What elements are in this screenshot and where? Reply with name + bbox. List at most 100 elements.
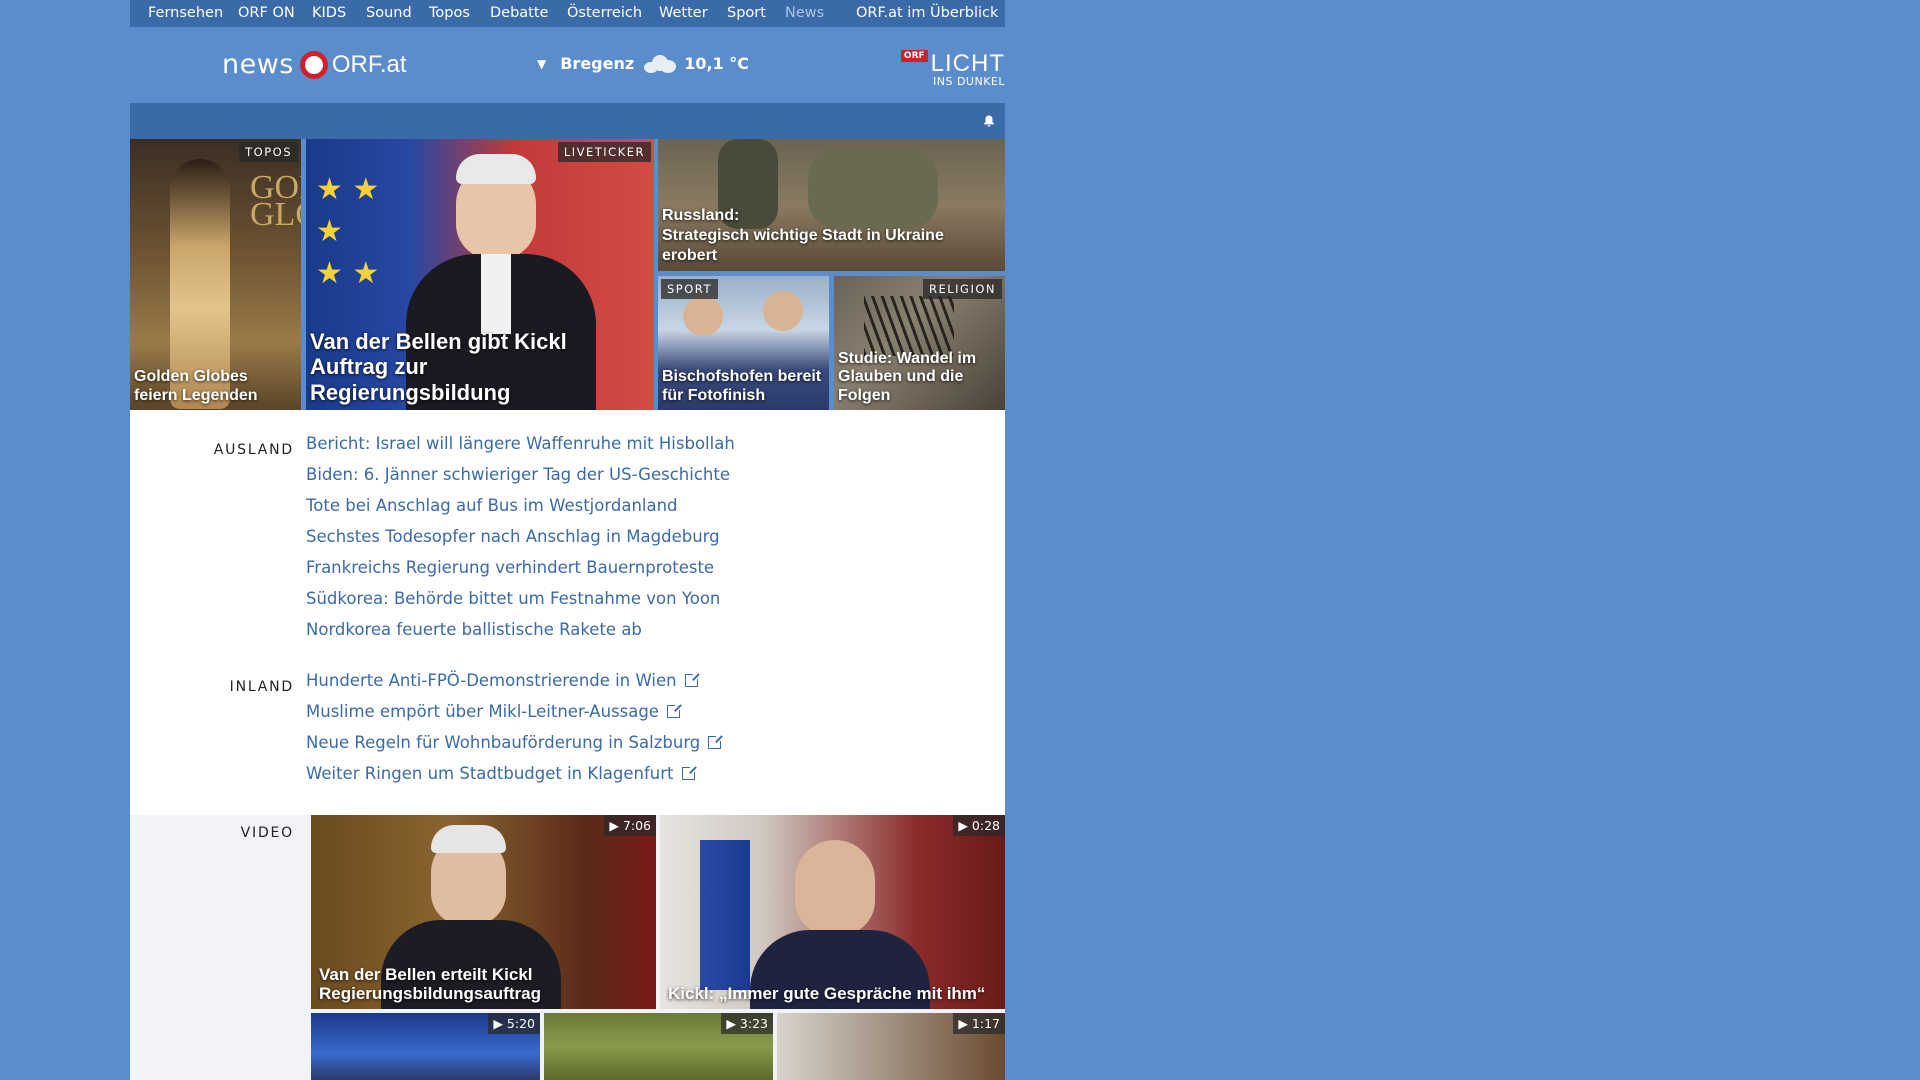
top-navigation: Fernsehen ORF ON KIDS Sound Topos Debatt… bbox=[130, 0, 1005, 27]
play-icon: ▶ bbox=[958, 1016, 972, 1031]
duration-text: 5:20 bbox=[506, 1016, 535, 1031]
hero-tile-main[interactable]: ★ ★ ★ ★ ★ LIVETICKER Van der Bellen gibt K… bbox=[306, 139, 654, 410]
orf-ring-icon bbox=[299, 50, 328, 79]
news-item-external[interactable]: Muslime empört über Mikl-Leitner-Aussage bbox=[306, 696, 721, 727]
video-duration: ▶ 3:23 bbox=[721, 1013, 773, 1034]
nav-oesterreich[interactable]: Österreich bbox=[567, 5, 642, 21]
golden-globe-backdrop: GOLGLO bbox=[250, 169, 301, 234]
logo-orf-text: ORF.at bbox=[331, 50, 407, 78]
duration-text: 7:06 bbox=[622, 818, 651, 833]
video-section: VIDEO ▶ 7:06 Van der Bellen erteilt Kick… bbox=[130, 815, 1005, 1080]
news-item-text: Muslime empört über Mikl-Leitner-Aussage bbox=[306, 702, 659, 721]
hero-tile-russia[interactable]: Russland: Strategisch wichtige Stadt in … bbox=[658, 139, 1005, 271]
video-tile[interactable]: ▶ 3:23 bbox=[544, 1013, 773, 1080]
duration-text: 3:23 bbox=[739, 1016, 768, 1031]
tile-caption: Van der Bellen gibt Kickl Auftrag zur Re… bbox=[310, 329, 567, 405]
athlete-face bbox=[763, 291, 803, 331]
nav-debatte[interactable]: Debatte bbox=[490, 5, 548, 21]
licht-ins-dunkel-logo[interactable]: ORF LICHT INS DUNKEL bbox=[900, 50, 1005, 88]
logo-news-text: news bbox=[222, 49, 294, 80]
tile-caption: Studie: Wandel im Glauben und die Folgen bbox=[838, 349, 977, 404]
video-duration: ▶ 1:17 bbox=[953, 1013, 1005, 1034]
tile-tag: LIVETICKER bbox=[557, 142, 651, 162]
external-link-icon bbox=[666, 703, 682, 718]
news-item-text: Weiter Ringen um Stadtbudget in Klagenfu… bbox=[306, 764, 674, 783]
tile-caption: Russland: Strategisch wichtige Stadt in … bbox=[662, 206, 992, 266]
nav-wetter[interactable]: Wetter bbox=[659, 5, 708, 21]
nav-orf-on[interactable]: ORF ON bbox=[238, 5, 295, 21]
nav-sound[interactable]: Sound bbox=[366, 5, 412, 21]
tile-caption-line1: Russland: bbox=[662, 207, 740, 224]
licht-orf-badge: ORF bbox=[900, 50, 928, 62]
dropdown-triangle-icon: ▼ bbox=[537, 56, 547, 71]
tile-tag: RELIGION bbox=[922, 279, 1002, 299]
news-item[interactable]: Frankreichs Regierung verhindert Bauernp… bbox=[306, 552, 735, 583]
video-tile[interactable]: ▶ 7:06 Van der Bellen erteilt Kickl Regi… bbox=[311, 815, 656, 1009]
video-tile[interactable]: ▶ 0:28 Kickl: „Immer gute Gespräche mit … bbox=[660, 815, 1005, 1009]
news-content: AUSLAND Bericht: Israel will längere Waf… bbox=[130, 410, 1005, 815]
news-item-external[interactable]: Neue Regeln für Wohnbauförderung in Salz… bbox=[306, 727, 724, 758]
weather-temperature: 10,1 °C bbox=[684, 54, 749, 73]
play-icon: ▶ bbox=[493, 1016, 507, 1031]
site-header: news ORF.at ▼ Bregenz 10,1 °C ORF LICHT I… bbox=[130, 27, 1005, 103]
video-duration: ▶ 0:28 bbox=[953, 815, 1005, 836]
hero-tile-topos[interactable]: GOLGLO TOPOS Golden Globes feiern Legend… bbox=[130, 139, 301, 410]
licht-title: LICHT bbox=[930, 50, 1005, 77]
person-hair bbox=[431, 825, 506, 853]
duration-text: 0:28 bbox=[971, 818, 1000, 833]
inland-news-list: Hunderte Anti-FPÖ-Demonstrierende in Wie… bbox=[306, 665, 724, 789]
tile-tag: SPORT bbox=[661, 279, 718, 299]
news-item-text: Neue Regeln für Wohnbauförderung in Salz… bbox=[306, 733, 701, 752]
nav-kids[interactable]: KIDS bbox=[312, 5, 346, 21]
athlete-face bbox=[683, 296, 723, 336]
notification-bell-icon[interactable] bbox=[983, 115, 995, 127]
play-icon: ▶ bbox=[958, 818, 972, 833]
play-icon: ▶ bbox=[726, 1016, 740, 1031]
hero-tile-religion[interactable]: RELIGION Studie: Wandel im Glauben und d… bbox=[834, 276, 1005, 410]
video-caption: Kickl: „Immer gute Gespräche mit ihm“ bbox=[668, 984, 986, 1004]
ausland-news-list: Bericht: Israel will längere Waffenruhe … bbox=[306, 428, 735, 645]
weather-widget[interactable]: ▼ Bregenz 10,1 °C bbox=[537, 54, 749, 73]
video-tile[interactable]: ▶ 1:17 bbox=[777, 1013, 1005, 1080]
news-item[interactable]: Sechstes Todesopfer nach Anschlag in Mag… bbox=[306, 521, 735, 552]
external-link-icon bbox=[708, 734, 724, 749]
news-item-external[interactable]: Weiter Ringen um Stadtbudget in Klagenfu… bbox=[306, 758, 721, 789]
news-item-external[interactable]: Hunderte Anti-FPÖ-Demonstrierende in Wie… bbox=[306, 665, 721, 696]
hero-tile-sport[interactable]: SPORT Bischofshofen bereit für Fotofinis… bbox=[658, 276, 829, 410]
nav-news[interactable]: News bbox=[785, 5, 824, 21]
eu-flag bbox=[700, 840, 750, 990]
news-orf-logo[interactable]: news ORF.at bbox=[222, 49, 407, 80]
tile-caption: Bischofshofen bereit für Fotofinish bbox=[662, 368, 822, 404]
video-duration: ▶ 5:20 bbox=[488, 1013, 540, 1034]
video-duration: ▶ 7:06 bbox=[604, 815, 656, 836]
nav-fernsehen[interactable]: Fernsehen bbox=[148, 5, 223, 21]
news-item[interactable]: Tote bei Anschlag auf Bus im Westjordanl… bbox=[306, 490, 735, 521]
video-tile[interactable]: ▶ 5:20 bbox=[311, 1013, 540, 1080]
person-shirt bbox=[481, 254, 511, 334]
news-item[interactable]: Nordkorea feuerte ballistische Rakete ab bbox=[306, 614, 735, 645]
news-item[interactable]: Bericht: Israel will längere Waffenruhe … bbox=[306, 428, 735, 459]
nav-topos[interactable]: Topos bbox=[429, 5, 470, 21]
person-face bbox=[795, 840, 875, 935]
nav-sport[interactable]: Sport bbox=[727, 5, 766, 21]
duration-text: 1:17 bbox=[971, 1016, 1000, 1031]
news-item[interactable]: Südkorea: Behörde bittet um Festnahme vo… bbox=[306, 583, 735, 614]
tile-tag: TOPOS bbox=[239, 142, 298, 162]
weather-city: Bregenz bbox=[560, 54, 635, 73]
external-link-icon bbox=[684, 672, 700, 687]
news-item-text: Hunderte Anti-FPÖ-Demonstrierende in Wie… bbox=[306, 671, 677, 690]
cloud-icon bbox=[644, 54, 677, 73]
section-label-video: VIDEO bbox=[240, 825, 294, 841]
tile-caption: Golden Globes feiern Legenden bbox=[134, 368, 258, 404]
candles-graphic bbox=[864, 296, 954, 356]
section-label-ausland: AUSLAND bbox=[213, 442, 294, 458]
section-label-inland: INLAND bbox=[229, 679, 294, 695]
person-hair bbox=[456, 154, 536, 184]
play-icon: ▶ bbox=[609, 818, 623, 833]
eu-stars: ★ ★ ★ ★ ★ bbox=[316, 172, 380, 291]
external-link-icon bbox=[681, 765, 697, 780]
tile-caption-line2: Strategisch wichtige Stadt in Ukraine er… bbox=[662, 227, 944, 264]
nav-orf-overview[interactable]: ORF.at im Überblick bbox=[856, 5, 998, 21]
news-item[interactable]: Biden: 6. Jänner schwieriger Tag der US-… bbox=[306, 459, 735, 490]
video-caption: Van der Bellen erteilt Kickl Regierungsb… bbox=[319, 964, 541, 1004]
